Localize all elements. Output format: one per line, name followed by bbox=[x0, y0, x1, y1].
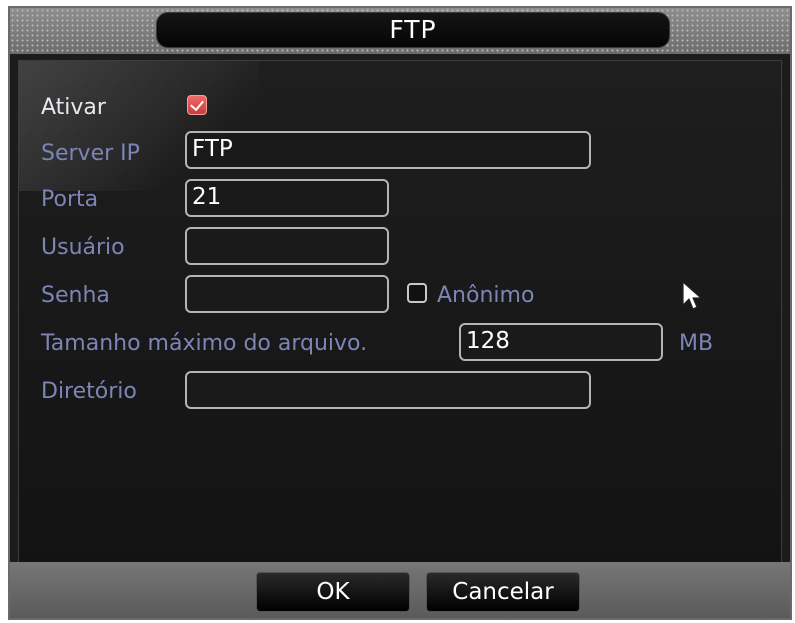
ok-button[interactable]: OK bbox=[256, 572, 410, 612]
max-file-size-unit: MB bbox=[679, 331, 714, 356]
password-label: Senha bbox=[41, 283, 110, 308]
ftp-dialog: FTP Ativar Server IP FTP Porta 21 Usuári… bbox=[8, 6, 792, 620]
port-input[interactable]: 21 bbox=[185, 179, 389, 217]
button-bar: OK Cancelar bbox=[10, 562, 790, 618]
password-input[interactable] bbox=[185, 275, 389, 313]
title-pill: FTP bbox=[156, 12, 670, 48]
server-ip-label: Server IP bbox=[41, 141, 140, 166]
max-file-size-label: Tamanho máximo do arquivo. bbox=[41, 331, 368, 356]
max-file-size-input[interactable]: 128 bbox=[459, 323, 663, 361]
title-bar: FTP bbox=[10, 8, 790, 54]
directory-input[interactable] bbox=[185, 371, 591, 409]
cancel-button[interactable]: Cancelar bbox=[426, 572, 580, 612]
dialog-title: FTP bbox=[389, 15, 437, 44]
user-label: Usuário bbox=[41, 235, 125, 260]
port-label: Porta bbox=[41, 187, 99, 212]
server-ip-input[interactable]: FTP bbox=[185, 131, 591, 169]
user-input[interactable] bbox=[185, 227, 389, 265]
enable-checkbox[interactable] bbox=[187, 95, 207, 115]
screen-glare bbox=[19, 61, 259, 191]
anonymous-label: Anônimo bbox=[437, 283, 535, 308]
anonymous-checkbox[interactable] bbox=[407, 283, 427, 303]
enable-label: Ativar bbox=[41, 95, 106, 120]
mouse-cursor-icon bbox=[682, 281, 702, 310]
directory-label: Diretório bbox=[41, 379, 137, 404]
form-panel: Ativar Server IP FTP Porta 21 Usuário Se… bbox=[18, 60, 782, 566]
